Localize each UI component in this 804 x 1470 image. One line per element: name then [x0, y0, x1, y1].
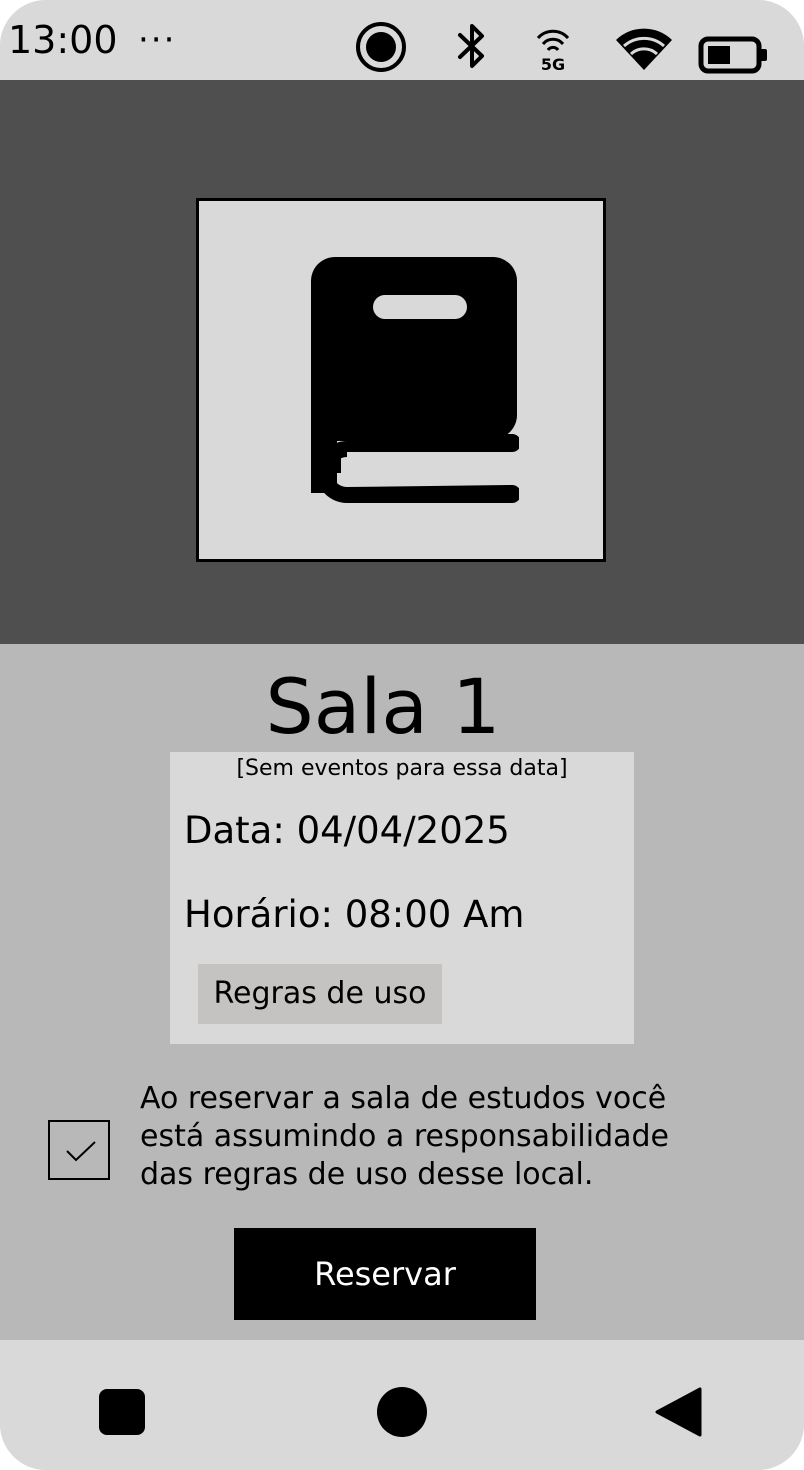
home-circle-icon[interactable]: [376, 1386, 428, 1438]
reservation-info-card: [Sem eventos para essa data] Data: 04/04…: [170, 752, 634, 1044]
rules-button[interactable]: Regras de uso: [198, 964, 442, 1024]
status-bar: 13:00 ··· 5G: [0, 0, 804, 80]
status-time: 13:00: [8, 18, 118, 62]
consent-checkbox[interactable]: [48, 1120, 110, 1180]
recents-square-icon[interactable]: [98, 1388, 146, 1436]
back-triangle-icon[interactable]: [654, 1386, 702, 1438]
room-image-area: [0, 80, 804, 644]
battery-icon: [698, 36, 767, 74]
more-indicator: ···: [138, 20, 177, 60]
reserve-button[interactable]: Reservar: [234, 1228, 536, 1320]
record-icon: [356, 22, 406, 72]
bluetooth-icon: [458, 24, 484, 68]
events-note: [Sem eventos para essa data]: [236, 756, 568, 781]
navigation-bar: [0, 1340, 804, 1470]
room-title: Sala 1: [265, 662, 501, 751]
reservation-content: Sala 1 [Sem eventos para essa data] Data…: [0, 644, 804, 1340]
wifi-icon: [616, 28, 672, 71]
room-image: [196, 198, 606, 562]
consent-text: Ao reservar a sala de estudos você está …: [140, 1081, 670, 1192]
reservation-time: Horário: 08:00 Am: [184, 893, 525, 936]
checkmark-icon: [66, 1141, 96, 1162]
reservation-date: Data: 04/04/2025: [184, 809, 510, 852]
5g-icon: 5G: [536, 29, 570, 74]
phone-screen: 13:00 ··· 5G Sala 1 [Sem eventos para es…: [0, 0, 804, 1470]
5g-label: 5G: [541, 55, 565, 74]
book-icon: [311, 257, 519, 503]
